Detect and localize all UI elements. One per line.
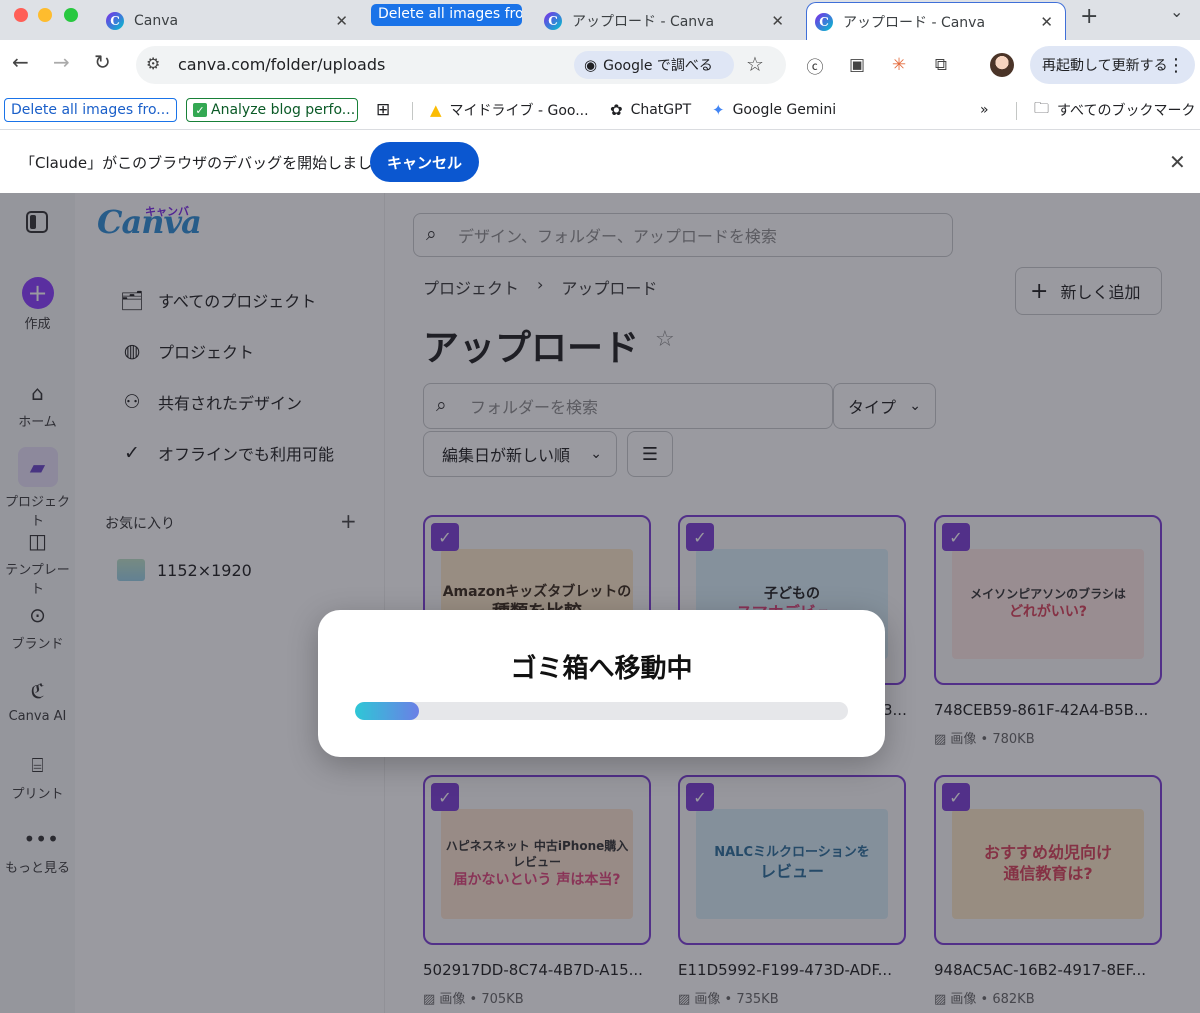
new-tab-button[interactable]: +: [1080, 4, 1098, 29]
infobar-message: 「Claude」がこのブラウザのデバッグを開始しました: [20, 154, 388, 172]
extension-image-icon[interactable]: ▣: [846, 54, 868, 76]
url-text[interactable]: canva.com/folder/uploads: [178, 55, 385, 74]
progress-bar-fill: [355, 702, 420, 720]
bookmark-chatgpt[interactable]: ✿ ChatGPT: [610, 98, 691, 122]
modal-backdrop: [0, 193, 1200, 1013]
menu-dots-icon[interactable]: ⋮: [1167, 55, 1185, 76]
bookmark-label: すべてのブックマーク: [1057, 103, 1196, 119]
bookmark-label: Google Gemini: [732, 102, 837, 118]
google-lens-button[interactable]: ◉ Google で調べる: [574, 51, 734, 79]
debugging-infobar: 「Claude」がこのブラウザのデバッグを開始しました キャンセル ✕: [0, 131, 1200, 193]
bookmark-label: Analyze blog perfo...: [211, 102, 356, 118]
bookmark-label: Delete all images fro...: [11, 102, 170, 118]
relaunch-update-button[interactable]: 再起動して更新する ⋮: [1030, 46, 1195, 84]
progress-bar: [355, 702, 848, 720]
bookmark-label: マイドライブ - Goo...: [449, 103, 589, 119]
canva-favicon-icon: C: [815, 12, 833, 31]
tab-search-chevron-icon[interactable]: ⌄: [1170, 2, 1183, 21]
chatgpt-icon: ✿: [610, 101, 623, 119]
bookmark-delete-images[interactable]: Delete all images fro...: [4, 98, 177, 122]
cancel-debugging-button[interactable]: キャンセル: [370, 142, 479, 182]
infobar-close-icon[interactable]: ✕: [1169, 150, 1186, 174]
tab-title: アップロード - Canva: [843, 14, 986, 31]
tab-group-label[interactable]: Delete all images fro: [371, 4, 522, 26]
tab-title: アップロード - Canva: [572, 14, 715, 30]
browser-tab-bar: C Canva ✕ Delete all images fro C アップロード…: [0, 0, 1200, 40]
tab-close-icon[interactable]: ✕: [771, 12, 784, 30]
zoom-window-button[interactable]: [64, 8, 78, 22]
minimize-window-button[interactable]: [38, 8, 52, 22]
canva-favicon-icon: C: [106, 12, 124, 30]
apps-grid-icon[interactable]: ⊞: [376, 98, 390, 122]
close-window-button[interactable]: [14, 8, 28, 22]
lens-icon: ◉: [584, 56, 598, 74]
browser-toolbar: ← → ↻ ⚙ canva.com/folder/uploads ◉ Googl…: [0, 40, 1200, 90]
tab-uploads[interactable]: C アップロード - Canva ✕: [538, 2, 796, 40]
tab-close-icon[interactable]: ✕: [335, 12, 348, 30]
back-button[interactable]: ←: [12, 50, 29, 74]
dialog-title: ゴミ箱へ移動中: [510, 654, 693, 684]
extensions-puzzle-icon[interactable]: ⧉: [930, 54, 952, 76]
bookmark-star-icon[interactable]: ☆: [746, 52, 764, 76]
bookmark-label: ChatGPT: [630, 102, 692, 118]
google-drive-icon: ▲: [430, 101, 442, 119]
bookmark-separator: [412, 102, 413, 120]
site-settings-icon[interactable]: ⚙: [146, 54, 160, 73]
bookmark-my-drive[interactable]: ▲ マイドライブ - Goo...: [430, 98, 589, 122]
bookmarks-bar: Delete all images fro... ✓ Analyze blog …: [0, 90, 1200, 130]
claude-extension-icon[interactable]: ✳: [888, 54, 910, 76]
tab-title: Canva: [134, 13, 179, 29]
more-bookmarks-chevron-icon[interactable]: »: [980, 98, 989, 122]
canva-app: + 作成 ⌂ ホーム ▰ プロジェクト ◫ テンプレート ⊙ ブランド ℭ Ca…: [0, 193, 1200, 1013]
address-bar[interactable]: ⚙ canva.com/folder/uploads ◉ Google で調べる…: [136, 46, 786, 84]
lens-label: Google で調べる: [603, 58, 713, 74]
reload-button[interactable]: ↻: [94, 50, 111, 74]
forward-button[interactable]: →: [53, 50, 70, 74]
bookmark-gemini[interactable]: ✦ Google Gemini: [712, 98, 836, 122]
relaunch-update-label: 再起動して更新する: [1042, 58, 1168, 74]
profile-avatar[interactable]: [990, 53, 1014, 77]
folder-icon: 🗀: [1034, 98, 1050, 117]
tab-canva[interactable]: C Canva ✕: [100, 2, 360, 40]
extension-c-icon[interactable]: ⓒ: [804, 54, 826, 78]
tab-close-icon[interactable]: ✕: [1040, 13, 1053, 31]
all-bookmarks-folder[interactable]: 🗀 すべてのブックマーク: [1034, 98, 1195, 122]
bookmark-separator: [1016, 102, 1017, 120]
check-icon: ✓: [193, 103, 207, 117]
canva-favicon-icon: C: [544, 12, 562, 30]
tab-uploads-active[interactable]: C アップロード - Canva ✕: [806, 2, 1066, 40]
moving-to-trash-dialog: ゴミ箱へ移動中: [318, 610, 885, 757]
gemini-icon: ✦: [712, 101, 725, 119]
bookmark-analyze-blog[interactable]: ✓ Analyze blog perfo...: [186, 98, 358, 122]
